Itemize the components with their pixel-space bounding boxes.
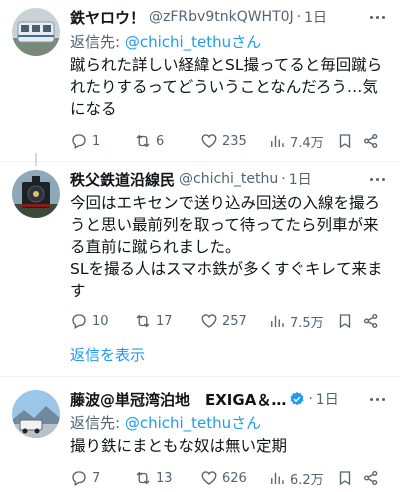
reply-count: 1 — [92, 133, 101, 149]
retweet-icon — [136, 134, 150, 148]
retweet-button[interactable]: 6 — [134, 132, 164, 150]
views-button[interactable]: 7.4万 — [268, 132, 324, 151]
analytics-icon — [271, 135, 284, 147]
retweet-count: 17 — [156, 313, 173, 329]
retweet-count: 13 — [156, 470, 173, 486]
timestamp[interactable]: 1日 — [304, 7, 327, 27]
reply-to-mention[interactable]: @chichi_tethuさん — [125, 33, 261, 51]
tweet-2[interactable]: 秩父鉄道沿線民 @chichi_tethu · 1日 今回はエキセンで送り込み回… — [0, 153, 400, 338]
separator-dot: · — [296, 9, 302, 25]
tweet-header: 鉄ヤロウ！ @zFRbv9tnkQWHT0J · 1日 — [70, 6, 388, 28]
retweet-button[interactable]: 17 — [134, 312, 173, 330]
heart-icon — [201, 314, 217, 328]
reply-count: 10 — [92, 313, 109, 329]
tweet-paragraph: 今回はエキセンで送り込み回送の入線を撮ろうと思い最前列を取って待ってたら列車が来… — [70, 194, 381, 256]
tweet-header: 秩父鉄道沿線民 @chichi_tethu · 1日 — [70, 168, 388, 190]
like-button[interactable]: 257 — [200, 312, 247, 330]
analytics-icon — [271, 315, 284, 327]
reply-to-prefix: 返信先: — [70, 33, 125, 51]
reply-button[interactable]: 10 — [70, 312, 109, 330]
view-count: 6.2万 — [290, 472, 324, 488]
action-bar: 10 17 257 7.5万 — [70, 311, 388, 331]
reply-to-mention[interactable]: @chichi_tethuさん — [125, 414, 261, 432]
more-options-icon[interactable] — [368, 390, 386, 408]
view-count: 7.4万 — [290, 135, 324, 151]
avatar-train[interactable] — [12, 8, 60, 56]
verified-badge-icon — [290, 392, 304, 406]
share-icon — [363, 133, 378, 149]
share-button[interactable] — [362, 132, 384, 150]
tweet-text: 撮り鉄にまともな奴は無い定期 — [70, 437, 288, 455]
share-button[interactable] — [362, 312, 384, 330]
tweet-header: 藤波@単冠湾泊地 EXIGA＆… · 1日 — [70, 388, 388, 410]
action-bar: 1 6 235 7.4万 — [70, 131, 388, 151]
heart-icon — [201, 134, 217, 148]
tweet-1[interactable]: 鉄ヤロウ！ @zFRbv9tnkQWHT0J · 1日 返信先: @chichi… — [0, 0, 400, 160]
more-options-icon[interactable] — [368, 8, 386, 26]
avatar-locomotive[interactable] — [12, 170, 60, 218]
reply-to-prefix: 返信先: — [70, 414, 125, 432]
like-count: 626 — [222, 470, 247, 486]
retweet-button[interactable]: 13 — [134, 469, 173, 487]
share-icon — [363, 470, 378, 486]
display-name[interactable]: 鉄ヤロウ！ — [70, 7, 145, 28]
display-name[interactable]: 秩父鉄道沿線民 — [70, 169, 175, 190]
reply-count: 7 — [92, 470, 101, 486]
views-button[interactable]: 6.2万 — [268, 469, 324, 488]
thread-line — [35, 153, 37, 166]
analytics-icon — [271, 472, 284, 484]
user-handle[interactable]: @zFRbv9tnkQWHT0J — [149, 9, 294, 25]
tweet-text: 蹴られた詳しい経緯とSL撮ってると毎回蹴られたりするってどういうことなんだろう…… — [70, 56, 383, 118]
reply-icon — [72, 471, 86, 486]
tweet-3[interactable]: 藤波@単冠湾泊地 EXIGA＆… · 1日 返信先: @chichi_tethu… — [0, 382, 400, 492]
avatar-landscape[interactable] — [12, 390, 60, 438]
reply-to-line: 返信先: @chichi_tethuさん — [70, 412, 261, 433]
reply-icon — [72, 134, 86, 149]
timestamp[interactable]: 1日 — [289, 169, 312, 189]
reply-to-line: 返信先: @chichi_tethuさん — [70, 31, 261, 52]
retweet-icon — [136, 314, 150, 328]
divider — [0, 376, 400, 377]
views-button[interactable]: 7.5万 — [268, 312, 324, 331]
reply-button[interactable]: 7 — [70, 469, 100, 487]
reply-icon — [72, 314, 86, 329]
share-icon — [363, 313, 378, 329]
tweet-text: 今回はエキセンで送り込み回送の入線を撮ろうと思い最前列を取って待ってたら列車が来… — [70, 192, 390, 302]
like-button[interactable]: 626 — [200, 469, 247, 487]
retweet-icon — [136, 471, 150, 485]
heart-icon — [201, 471, 217, 485]
divider — [0, 161, 400, 162]
timestamp[interactable]: 1日 — [316, 389, 339, 409]
bookmark-icon — [339, 314, 351, 329]
separator-dot: · — [281, 171, 286, 187]
more-options-icon[interactable] — [368, 170, 386, 188]
bookmark-icon — [339, 471, 351, 486]
view-count: 7.5万 — [290, 315, 324, 331]
show-replies-link[interactable]: 返信を表示 — [70, 344, 145, 365]
share-button[interactable] — [362, 469, 384, 487]
user-handle[interactable]: @chichi_tethu — [179, 171, 278, 187]
tweet-paragraph: SLを撮る人はスマホ鉄が多くすぐキレて来ます — [70, 260, 383, 300]
reply-button[interactable]: 1 — [70, 132, 100, 150]
like-button[interactable]: 235 — [200, 132, 247, 150]
bookmark-icon — [339, 134, 351, 149]
display-name[interactable]: 藤波@単冠湾泊地 EXIGA＆… — [70, 389, 286, 410]
bookmark-button[interactable] — [336, 469, 358, 487]
like-count: 235 — [222, 133, 247, 149]
separator-dot: · — [308, 391, 313, 407]
retweet-count: 6 — [156, 133, 165, 149]
bookmark-button[interactable] — [336, 132, 358, 150]
action-bar: 7 13 626 6.2万 — [70, 468, 388, 488]
like-count: 257 — [222, 313, 247, 329]
bookmark-button[interactable] — [336, 312, 358, 330]
